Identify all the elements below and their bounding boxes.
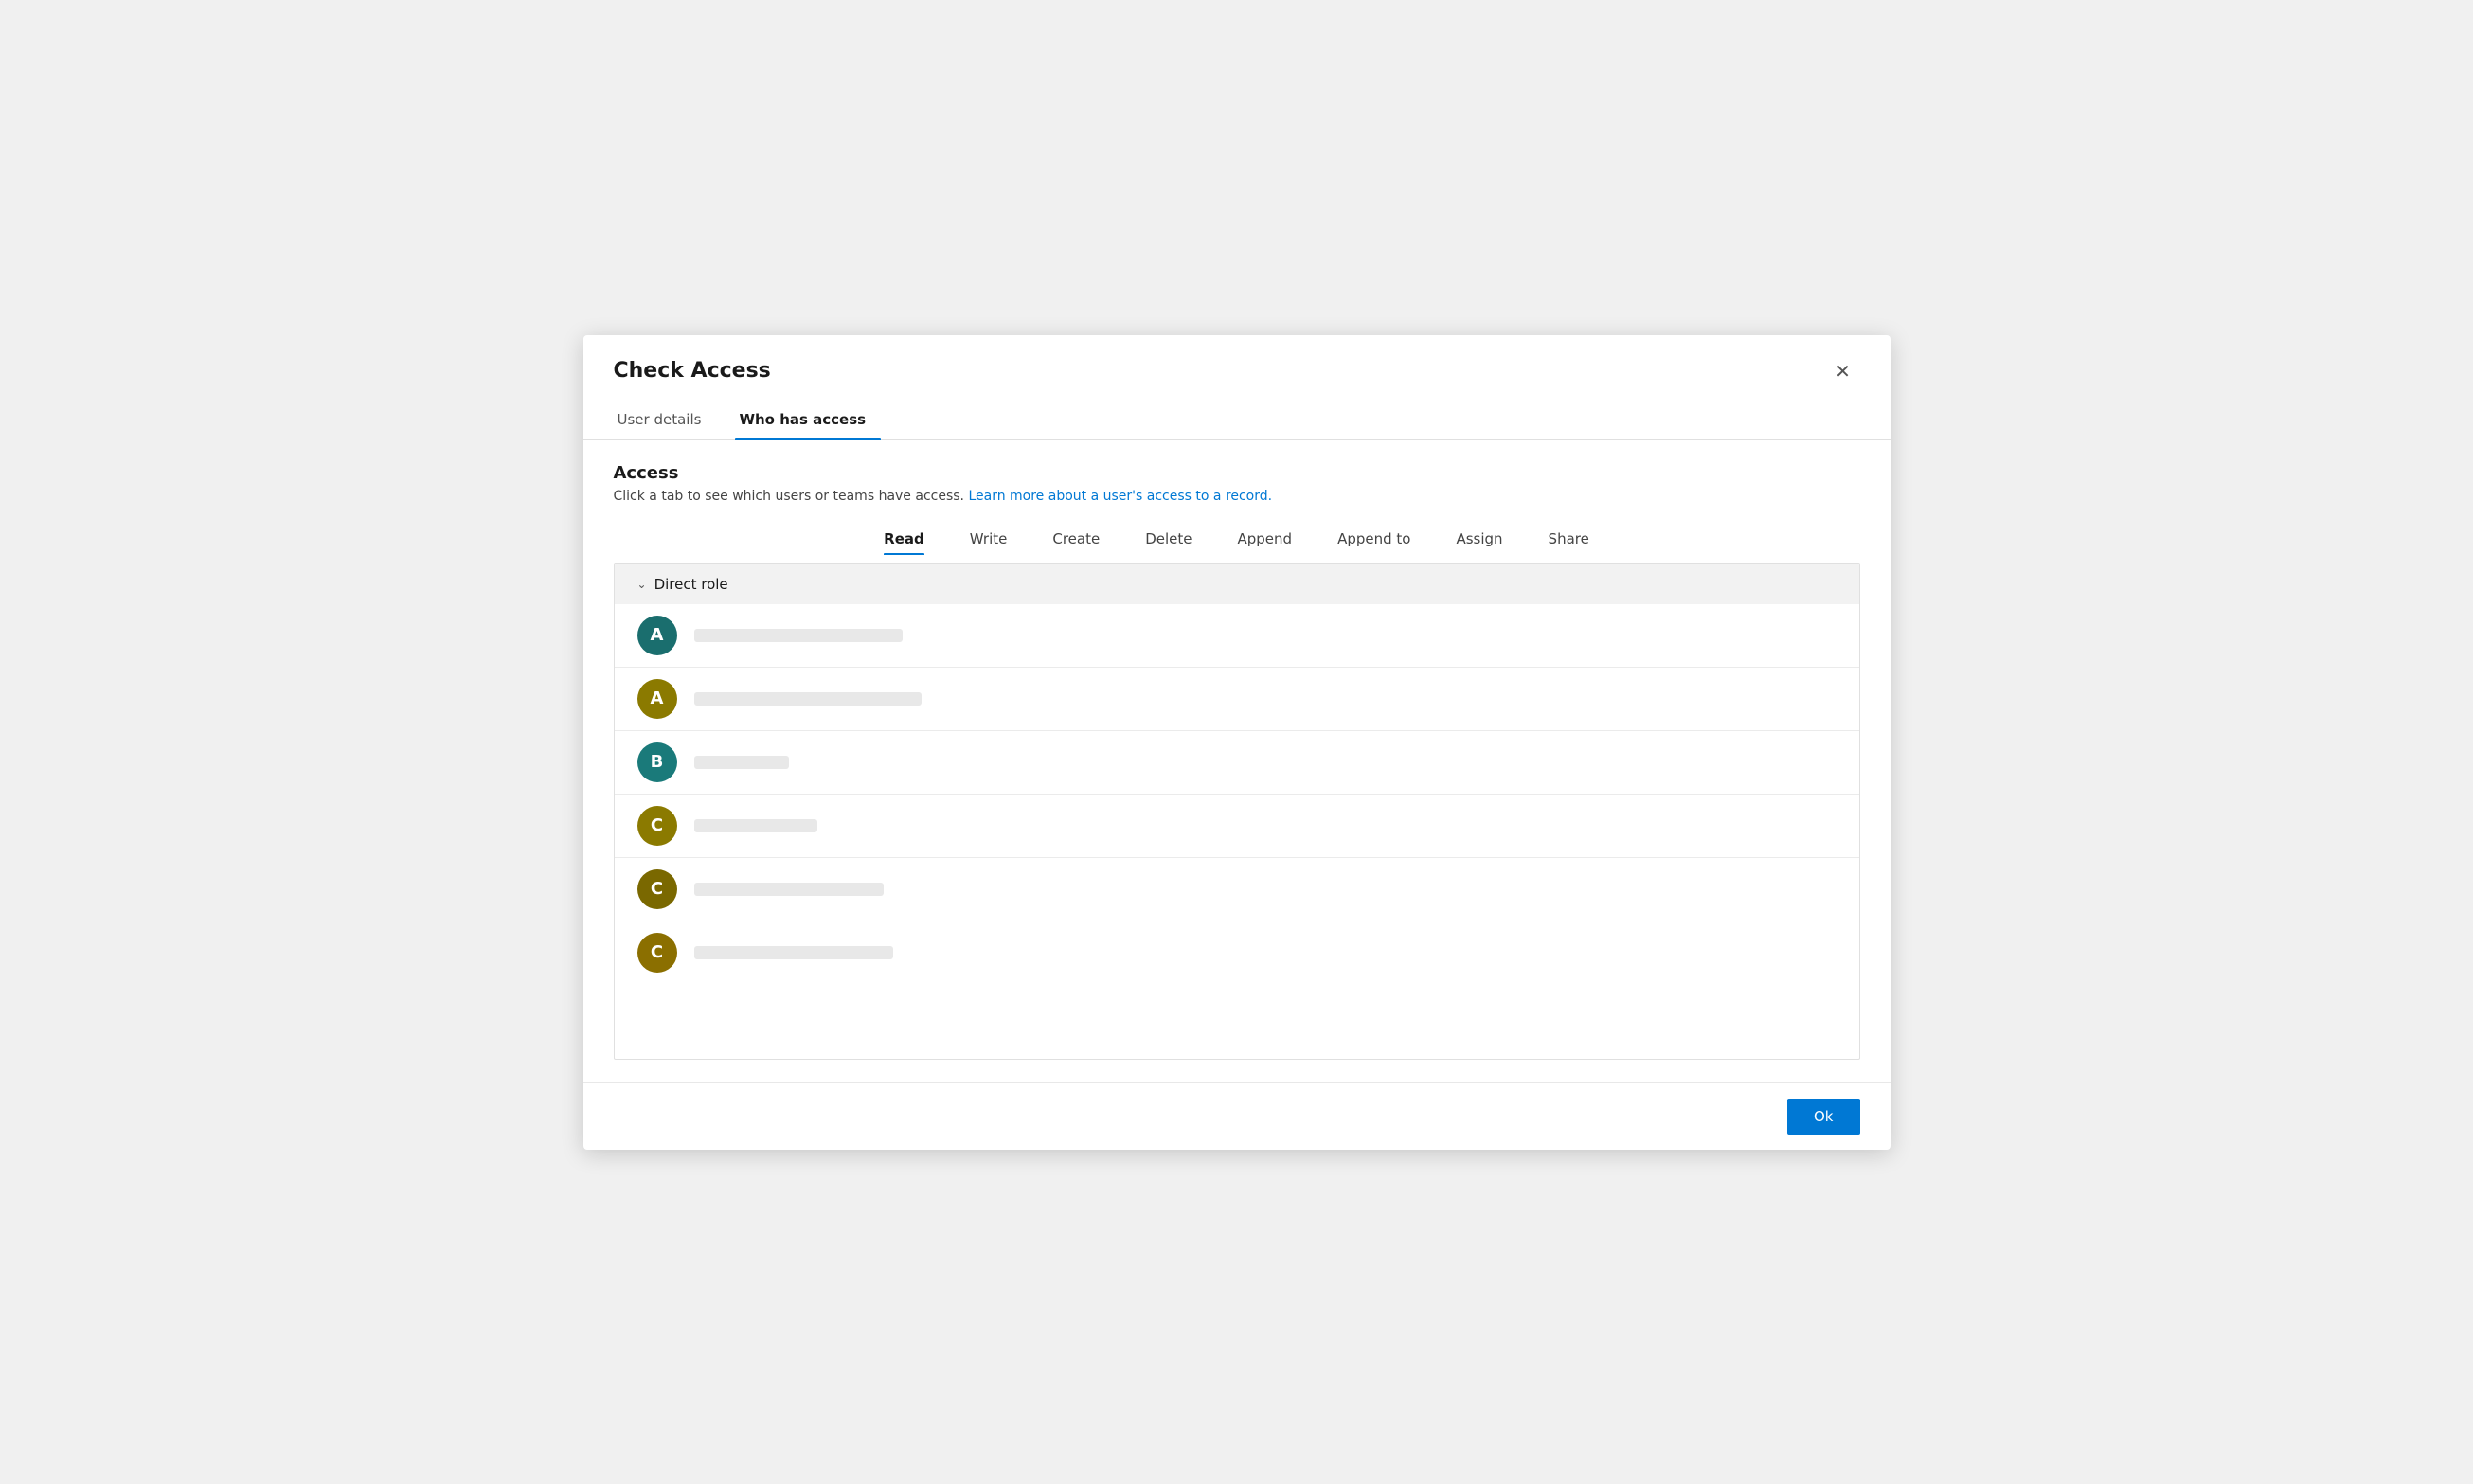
perm-tab-read[interactable]: Read [884, 527, 924, 555]
ok-button[interactable]: Ok [1787, 1099, 1860, 1135]
dialog-title: Check Access [614, 359, 771, 383]
perm-tab-delete[interactable]: Delete [1145, 527, 1192, 555]
table-row: C [615, 795, 1859, 858]
avatar: C [637, 806, 677, 846]
close-button[interactable]: ✕ [1826, 354, 1860, 388]
access-section-title: Access [614, 463, 1860, 483]
access-description: Click a tab to see which users or teams … [614, 489, 1860, 504]
table-row: C [615, 858, 1859, 921]
dialog-header: Check Access ✕ [583, 335, 1891, 388]
avatar: C [637, 933, 677, 973]
table-scroll[interactable]: ⌄ Direct role A A B C [615, 564, 1859, 1059]
user-name [694, 819, 817, 832]
perm-tab-append[interactable]: Append [1238, 527, 1293, 555]
permission-tabs: Read Write Create Delete Append Append t… [884, 527, 1589, 563]
permission-tabs-container: Read Write Create Delete Append Append t… [614, 527, 1860, 563]
table-row: A [615, 668, 1859, 731]
user-name [694, 756, 789, 769]
table-row: A [615, 604, 1859, 668]
perm-tab-create[interactable]: Create [1052, 527, 1100, 555]
avatar: C [637, 869, 677, 909]
direct-role-header[interactable]: ⌄ Direct role [615, 564, 1859, 604]
main-tabs: User details Who has access [583, 388, 1891, 440]
avatar: A [637, 679, 677, 719]
perm-tab-write[interactable]: Write [970, 527, 1008, 555]
user-name [694, 946, 893, 959]
user-name [694, 692, 922, 706]
users-table: ⌄ Direct role A A B C [614, 563, 1860, 1060]
perm-tab-share[interactable]: Share [1549, 527, 1589, 555]
close-icon: ✕ [1835, 360, 1851, 383]
user-name [694, 629, 903, 642]
perm-tab-assign[interactable]: Assign [1456, 527, 1502, 555]
avatar: A [637, 616, 677, 655]
access-learn-more-link[interactable]: Learn more about a user's access to a re… [968, 489, 1272, 504]
access-description-text: Click a tab to see which users or teams … [614, 489, 965, 504]
direct-role-label: Direct role [654, 576, 728, 593]
table-row: C [615, 921, 1859, 984]
table-row: B [615, 731, 1859, 795]
chevron-down-icon: ⌄ [637, 578, 647, 591]
perm-tab-append-to[interactable]: Append to [1337, 527, 1410, 555]
tab-who-has-access[interactable]: Who has access [735, 403, 881, 439]
user-name [694, 883, 884, 896]
tab-user-details[interactable]: User details [614, 403, 717, 439]
dialog-footer: Ok [583, 1082, 1891, 1150]
avatar: B [637, 742, 677, 782]
dialog-body: Access Click a tab to see which users or… [583, 440, 1891, 1082]
check-access-dialog: Check Access ✕ User details Who has acce… [583, 335, 1891, 1150]
